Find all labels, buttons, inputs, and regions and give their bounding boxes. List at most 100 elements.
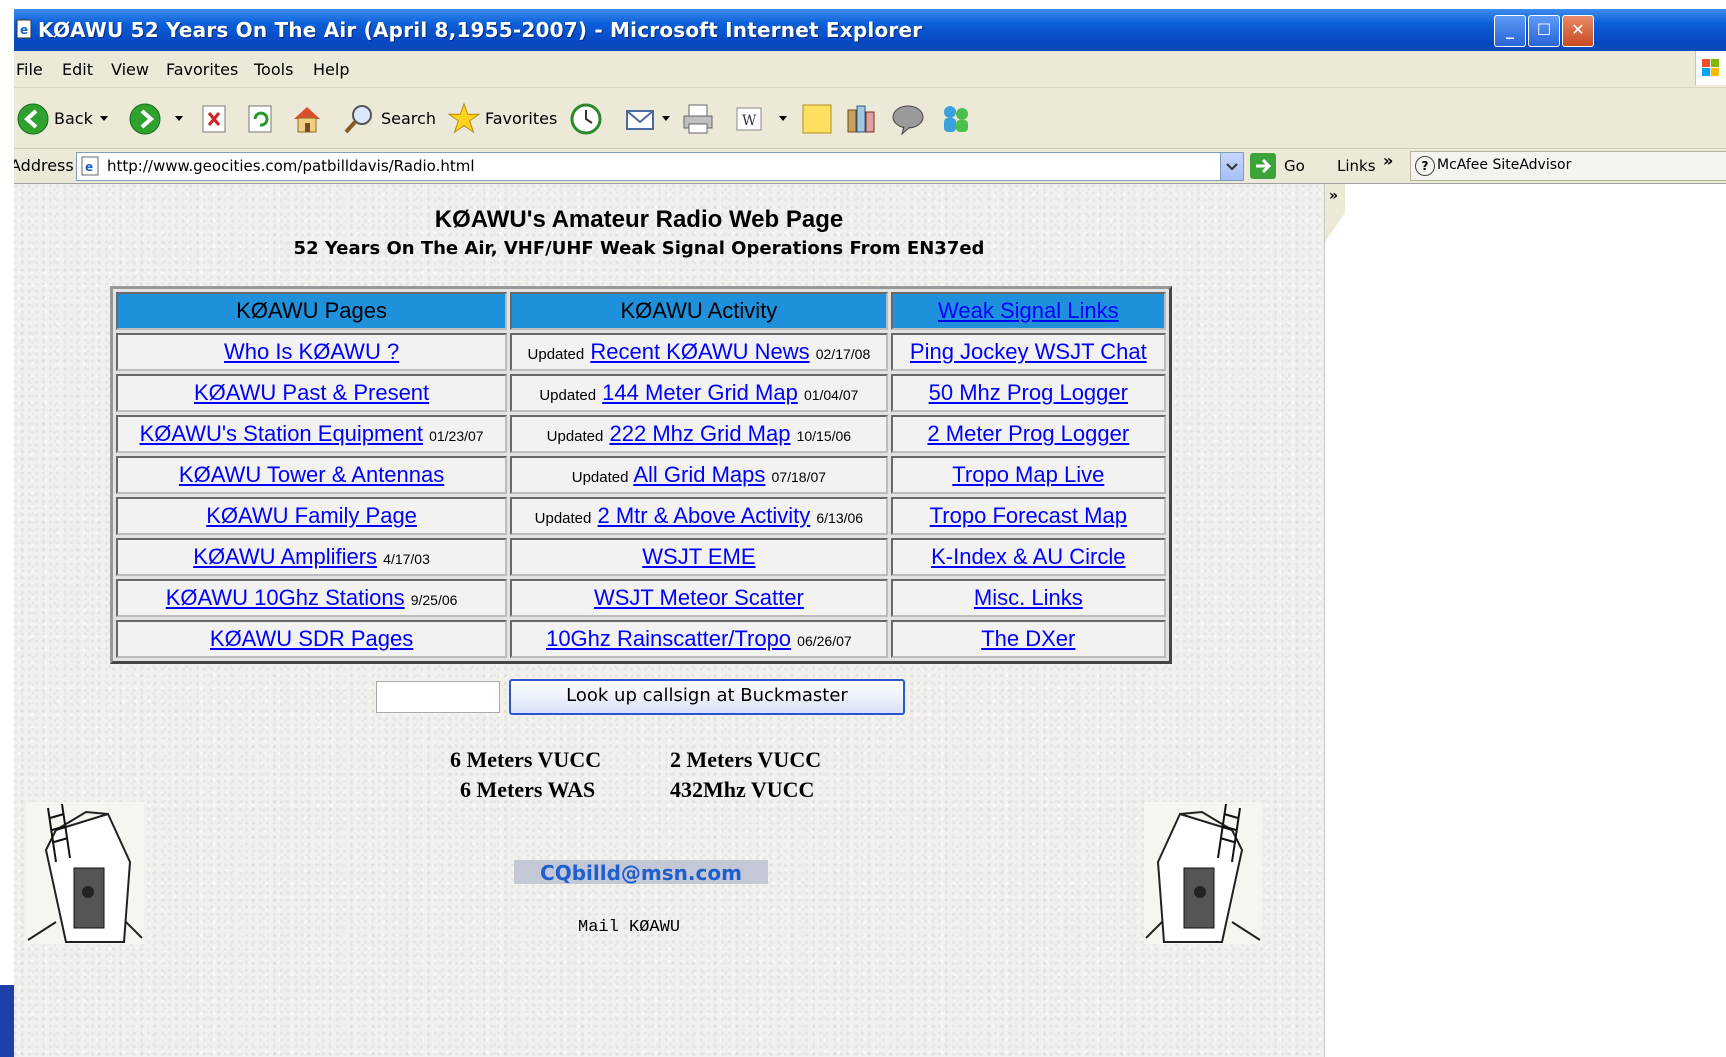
nav-link[interactable]: 2 Mtr & Above Activity <box>598 503 811 528</box>
svg-text:W: W <box>742 113 757 129</box>
mail-link[interactable]: Mail KØAWU <box>578 918 680 937</box>
updated-date: 02/17/08 <box>815 346 871 362</box>
table-cell: Who Is KØAWU ? <box>116 333 508 371</box>
edit-word-icon[interactable]: W <box>734 102 764 136</box>
address-dropdown-icon[interactable] <box>1220 153 1243 180</box>
menu-tools[interactable]: Tools <box>254 60 293 79</box>
history-icon[interactable] <box>568 102 604 136</box>
updated-date: 06/26/07 <box>797 633 852 649</box>
title-bar[interactable]: e KØAWU 52 Years On The Air (April 8,195… <box>14 9 1726 51</box>
nav-link[interactable]: Tropo Map Live <box>952 462 1104 487</box>
nav-link[interactable]: WSJT EME <box>642 544 755 569</box>
nav-link[interactable]: WSJT Meteor Scatter <box>594 585 804 610</box>
email-link[interactable]: CQbilld@msn.com <box>514 861 768 885</box>
favorites-icon[interactable] <box>446 102 482 136</box>
updated-label: Updated <box>539 387 597 404</box>
menu-edit[interactable]: Edit <box>62 60 93 79</box>
back-icon[interactable] <box>16 102 50 136</box>
links-table: KØAWU Pages KØAWU Activity Weak Signal L… <box>110 286 1172 664</box>
nav-link[interactable]: KØAWU's Station Equipment <box>140 421 423 446</box>
callsign-input[interactable] <box>376 681 500 713</box>
forward-dropdown-arrow[interactable] <box>175 116 183 121</box>
weak-signal-links-link[interactable]: Weak Signal Links <box>938 298 1119 323</box>
nav-link[interactable]: KØAWU Amplifiers <box>193 544 377 569</box>
forward-icon[interactable] <box>128 102 162 136</box>
table-cell: KØAWU Family Page <box>116 497 508 535</box>
nav-link[interactable]: Who Is KØAWU ? <box>224 339 399 364</box>
discuss-icon[interactable] <box>800 102 834 136</box>
links-chevron-icon[interactable]: » <box>1383 151 1393 170</box>
table-cell: KØAWU Tower & Antennas <box>116 456 508 494</box>
nav-link[interactable]: KØAWU Tower & Antennas <box>179 462 444 487</box>
menu-favorites[interactable]: Favorites <box>166 60 238 79</box>
windows-logo-icon <box>1695 51 1726 85</box>
table-cell: Ping Jockey WSJT Chat <box>890 333 1166 371</box>
mcafee-label: McAfee SiteAdvisor <box>1437 157 1572 173</box>
back-dropdown-arrow[interactable] <box>100 116 108 121</box>
search-label[interactable]: Search <box>381 109 436 128</box>
table-row: KØAWU SDR Pages 10Ghz Rainscatter/Tropo 0… <box>116 620 1166 658</box>
table-cell: Updated 222 Mhz Grid Map 10/15/06 <box>510 415 888 453</box>
table-row: KØAWU Family Page Updated 2 Mtr & Above A… <box>116 497 1166 535</box>
refresh-icon[interactable] <box>246 102 276 136</box>
nav-link[interactable]: All Grid Maps <box>633 462 765 487</box>
lookup-callsign-button[interactable]: Look up callsign at Buckmaster <box>509 679 905 715</box>
updated-date: 6/13/06 <box>816 510 864 526</box>
nav-link[interactable]: The DXer <box>981 626 1075 651</box>
stop-icon[interactable] <box>200 102 230 136</box>
nav-link[interactable]: Tropo Forecast Map <box>930 503 1127 528</box>
nav-link[interactable]: 222 Mhz Grid Map <box>610 421 791 446</box>
updated-date: 10/15/06 <box>796 428 852 444</box>
nav-link[interactable]: Ping Jockey WSJT Chat <box>910 339 1147 364</box>
research-icon[interactable] <box>844 102 878 136</box>
nav-link[interactable]: KØAWU 10Ghz Stations <box>166 585 405 610</box>
table-cell: 50 Mhz Prog Logger <box>890 374 1166 412</box>
table-cell: Tropo Forecast Map <box>890 497 1166 535</box>
table-row: KØAWU Past & Present Updated 144 Meter Gr… <box>116 374 1166 412</box>
page-subtitle: 52 Years On The Air, VHF/UHF Weak Signal… <box>293 238 985 259</box>
favorites-label[interactable]: Favorites <box>485 109 557 128</box>
expand-pane-button[interactable]: » <box>1325 184 1345 242</box>
nav-link[interactable]: K-Index & AU Circle <box>931 544 1125 569</box>
header-pages: KØAWU Pages <box>116 292 508 330</box>
nav-link[interactable]: 144 Meter Grid Map <box>602 380 798 405</box>
mail-dropdown-arrow[interactable] <box>662 116 670 121</box>
address-input[interactable]: e http://www.geocities.com/patbilldavis/… <box>76 152 1244 181</box>
edit-dropdown-arrow[interactable] <box>779 116 787 121</box>
menu-bar: File Edit View Favorites Tools Help <box>14 51 1726 88</box>
go-arrow-icon[interactable] <box>1250 153 1276 179</box>
nav-link[interactable]: Recent KØAWU News <box>590 339 809 364</box>
messenger-bubble-icon[interactable] <box>890 102 926 136</box>
home-icon[interactable] <box>290 102 324 136</box>
table-row: KØAWU Tower & Antennas Updated All Grid M… <box>116 456 1166 494</box>
nav-link[interactable]: 2 Meter Prog Logger <box>927 421 1129 446</box>
menu-file[interactable]: File <box>16 60 43 79</box>
table-header-row: KØAWU Pages KØAWU Activity Weak Signal L… <box>116 292 1166 330</box>
updated-label: Updated <box>546 428 604 445</box>
table-cell: KØAWU Past & Present <box>116 374 508 412</box>
mail-icon[interactable] <box>624 102 660 136</box>
close-button[interactable]: ✕ <box>1562 15 1594 47</box>
nav-link[interactable]: 10Ghz Rainscatter/Tropo <box>546 626 791 651</box>
ie-page-icon: e <box>16 19 32 39</box>
maximize-button[interactable]: ☐ <box>1528 15 1560 47</box>
go-button[interactable]: Go <box>1284 157 1305 175</box>
updated-date: 9/25/06 <box>410 592 458 608</box>
search-icon[interactable] <box>342 102 376 136</box>
messenger-icon[interactable] <box>938 102 974 136</box>
back-label[interactable]: Back <box>54 109 93 128</box>
table-cell: Tropo Map Live <box>890 456 1166 494</box>
links-label[interactable]: Links <box>1337 157 1376 175</box>
nav-link[interactable]: Misc. Links <box>974 585 1083 610</box>
mcafee-siteadvisor-button[interactable]: ? McAfee SiteAdvisor <box>1410 151 1726 181</box>
nav-link[interactable]: 50 Mhz Prog Logger <box>929 380 1128 405</box>
menu-help[interactable]: Help <box>313 60 349 79</box>
print-icon[interactable] <box>680 102 716 136</box>
nav-link[interactable]: KØAWU Family Page <box>206 503 417 528</box>
nav-link[interactable]: KØAWU Past & Present <box>194 380 429 405</box>
nav-link[interactable]: KØAWU SDR Pages <box>210 626 413 651</box>
menu-view[interactable]: View <box>111 60 149 79</box>
svg-text:e: e <box>20 23 28 37</box>
header-weak-signal-links[interactable]: Weak Signal Links <box>890 292 1166 330</box>
minimize-button[interactable]: _ <box>1494 15 1526 47</box>
